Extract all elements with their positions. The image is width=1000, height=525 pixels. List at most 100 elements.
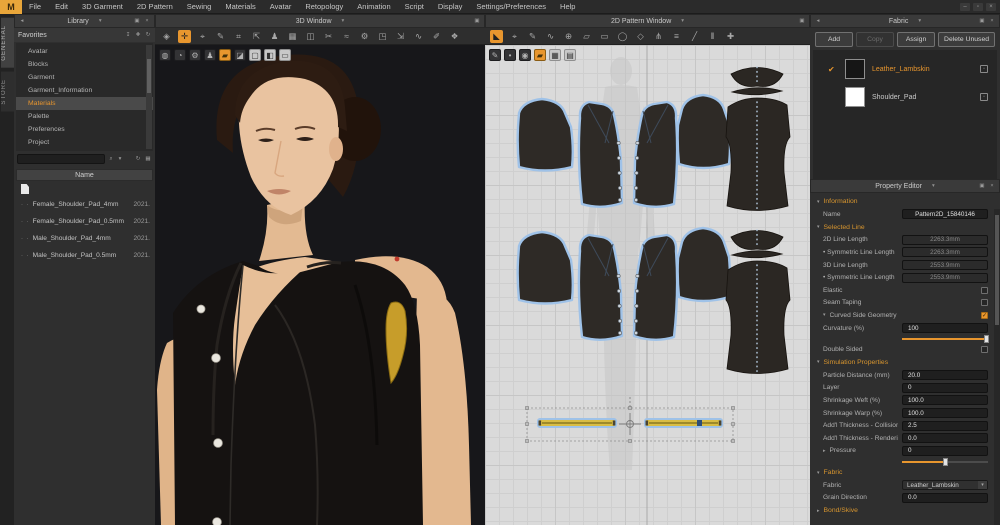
menu-item-display[interactable]: Display	[431, 0, 470, 14]
view-mode-icon[interactable]: ▦	[144, 155, 152, 163]
circle-overlay-icon[interactable]: ◉	[519, 49, 531, 61]
prop-checkbox-elastic[interactable]	[981, 287, 988, 294]
sidebar-item-garment[interactable]: Garment	[16, 71, 153, 84]
style-line-icon[interactable]: ∿	[412, 30, 425, 43]
grid-arrange-icon[interactable]: ▦	[286, 30, 299, 43]
3d-viewport[interactable]: ◍◔⚙♟▰◪▢◧▭	[155, 45, 485, 525]
2d-window-header[interactable]: 2D Pattern Window ▾ ▣	[485, 14, 810, 28]
library-folder-row[interactable]	[14, 181, 155, 196]
pin-panel-icon[interactable]: ◂	[814, 17, 822, 25]
close-panel-icon[interactable]: ×	[988, 182, 996, 190]
import-icon[interactable]: ↧	[124, 31, 132, 39]
rectangle-icon[interactable]: ▭	[598, 30, 611, 43]
copy-button[interactable]: Copy	[856, 32, 894, 47]
menu-item-2d-pattern[interactable]: 2D Pattern	[130, 0, 180, 14]
internal-line-icon[interactable]: ╱	[688, 30, 701, 43]
assign-button[interactable]: Assign	[897, 32, 935, 47]
prop-checkbox-double-sided[interactable]	[981, 346, 988, 353]
add-icon[interactable]: ✚	[134, 31, 142, 39]
library-table-name-header[interactable]: Name	[16, 169, 153, 181]
menu-item-materials[interactable]: Materials	[218, 0, 262, 14]
pen-3d-icon[interactable]: ✐	[430, 30, 443, 43]
show-seams-icon[interactable]: ⚙	[189, 49, 201, 61]
fabric-item-leather-lambskin[interactable]: ✔Leather_Lambskin▫	[813, 55, 997, 83]
section-bond-skive[interactable]: ▸Bond/Skive	[810, 504, 1000, 517]
sidebar-item-blocks[interactable]: Blocks	[16, 58, 153, 71]
collapse-panel-icon[interactable]: ◂	[18, 17, 26, 25]
prop-field-layer[interactable]: 0	[902, 383, 988, 393]
grading-icon[interactable]: ⫴	[706, 30, 719, 43]
prop-select-fabric[interactable]: Leather_Lambskin▾	[902, 480, 988, 490]
table-row-male-shoulder-pad-4mm[interactable]: · ·Male_Shoulder_Pad_4mm2021.	[14, 230, 155, 247]
prop-field-shrinkage-warp[interactable]: 100.0	[902, 408, 988, 418]
menu-item-edit[interactable]: Edit	[48, 0, 75, 14]
property-editor-header[interactable]: Property Editor ▾ ▣×	[810, 179, 1000, 193]
library-panel-header[interactable]: ◂ Library ▾ ▣×	[14, 14, 155, 28]
pen-overlay-icon[interactable]: ✎	[489, 49, 501, 61]
menu-item-help[interactable]: Help	[553, 0, 582, 14]
property-editor-scrollbar[interactable]	[994, 209, 1000, 525]
menu-item-settings-preferences[interactable]: Settings/Preferences	[469, 0, 553, 14]
edit-curve-icon[interactable]: ∿	[544, 30, 557, 43]
undock-icon[interactable]: ▣	[978, 182, 986, 190]
sidebar-item-project[interactable]: Project	[16, 136, 153, 149]
menu-item-animation[interactable]: Animation	[350, 0, 397, 14]
tack-icon[interactable]: ⌗	[232, 30, 245, 43]
tab-store[interactable]: STORE	[1, 72, 14, 112]
filter-caret-icon[interactable]: ▾	[116, 155, 124, 163]
section-selected-line[interactable]: ▾Selected Line	[810, 221, 1000, 234]
tab-general[interactable]: GENERAL	[1, 18, 14, 68]
show-avatar-icon[interactable]: ♟	[204, 49, 216, 61]
fit-icon[interactable]: ⇲	[394, 30, 407, 43]
avatar-tool-icon[interactable]: ♟	[268, 30, 281, 43]
prop-field-2d-line-length[interactable]: 2263.3mm	[902, 235, 988, 245]
tag-icon[interactable]: ▭	[279, 49, 291, 61]
value-slider[interactable]	[902, 335, 988, 343]
fabric-badge-icon[interactable]: ▫	[980, 65, 988, 73]
gizmo-icon[interactable]: ◳	[376, 30, 389, 43]
add-curve-point-icon[interactable]: ⊕	[562, 30, 575, 43]
leather-swatch-icon[interactable]: ▰	[219, 49, 231, 61]
dart-icon[interactable]: ◇	[634, 30, 647, 43]
table-row-male-shoulder-pad-0-5mm[interactable]: · ·Male_Shoulder_Pad_0.5mm2021.	[14, 247, 155, 264]
search-icon[interactable]: ⌕	[107, 155, 115, 163]
add-point-icon[interactable]: ✎	[526, 30, 539, 43]
2d-viewport[interactable]: ✎•◉▰▦▤	[485, 45, 810, 525]
section-simulation-properties[interactable]: ▾Simulation Properties	[810, 356, 1000, 369]
scissors-icon[interactable]: ✂	[322, 30, 335, 43]
undock-icon[interactable]: ▣	[798, 17, 806, 25]
menu-item-script[interactable]: Script	[398, 0, 431, 14]
refresh-icon[interactable]: ↻	[144, 31, 152, 39]
close-button[interactable]: ×	[986, 3, 996, 11]
undock-icon[interactable]: ▣	[133, 17, 141, 25]
circle-icon[interactable]: ◯	[616, 30, 629, 43]
favorites-scrollbar[interactable]	[146, 45, 152, 149]
menu-item-sewing[interactable]: Sewing	[180, 0, 219, 14]
prop-field-3d-line-length[interactable]: 2553.9mm	[902, 260, 988, 270]
grid-overlay-icon[interactable]: ▦	[549, 49, 561, 61]
sidebar-item-materials[interactable]: Materials	[16, 97, 153, 110]
undock-icon[interactable]: ▣	[473, 17, 481, 25]
prop-field-curvature[interactable]: 100	[902, 323, 988, 333]
app-logo-icon[interactable]: M	[0, 0, 22, 14]
point-overlay-icon[interactable]: •	[504, 49, 516, 61]
prop-field-pressure[interactable]: 0	[902, 446, 988, 456]
edit-pattern-icon[interactable]: ⌖	[508, 30, 521, 43]
settings-gear-icon[interactable]: ⚙	[358, 30, 371, 43]
close-panel-icon[interactable]: ×	[143, 17, 151, 25]
value-slider[interactable]	[902, 458, 988, 466]
refresh-list-icon[interactable]: ↻	[134, 155, 142, 163]
maximize-button[interactable]: ▫	[973, 3, 983, 11]
3d-window-header[interactable]: 3D Window ▾ ▣	[155, 14, 485, 28]
delete-unused-button[interactable]: Delete Unused	[938, 32, 995, 47]
transform-pattern-icon[interactable]: ◣	[490, 30, 503, 43]
add-button[interactable]: Add	[815, 32, 853, 47]
prop-field-symmetric-line-length[interactable]: 2553.9mm	[902, 273, 988, 283]
library-search-input[interactable]	[17, 154, 105, 164]
trace-icon[interactable]: ✚	[724, 30, 737, 43]
table-row-female-shoulder-pad-4mm[interactable]: · ·Female_Shoulder_Pad_4mm2021.	[14, 196, 155, 213]
close-panel-icon[interactable]: ×	[988, 17, 996, 25]
seam-allowance-icon[interactable]: ≡	[670, 30, 683, 43]
sidebar-item-garment-information[interactable]: Garment_Information	[16, 84, 153, 97]
swatch-overlay-icon[interactable]: ▰	[534, 49, 546, 61]
